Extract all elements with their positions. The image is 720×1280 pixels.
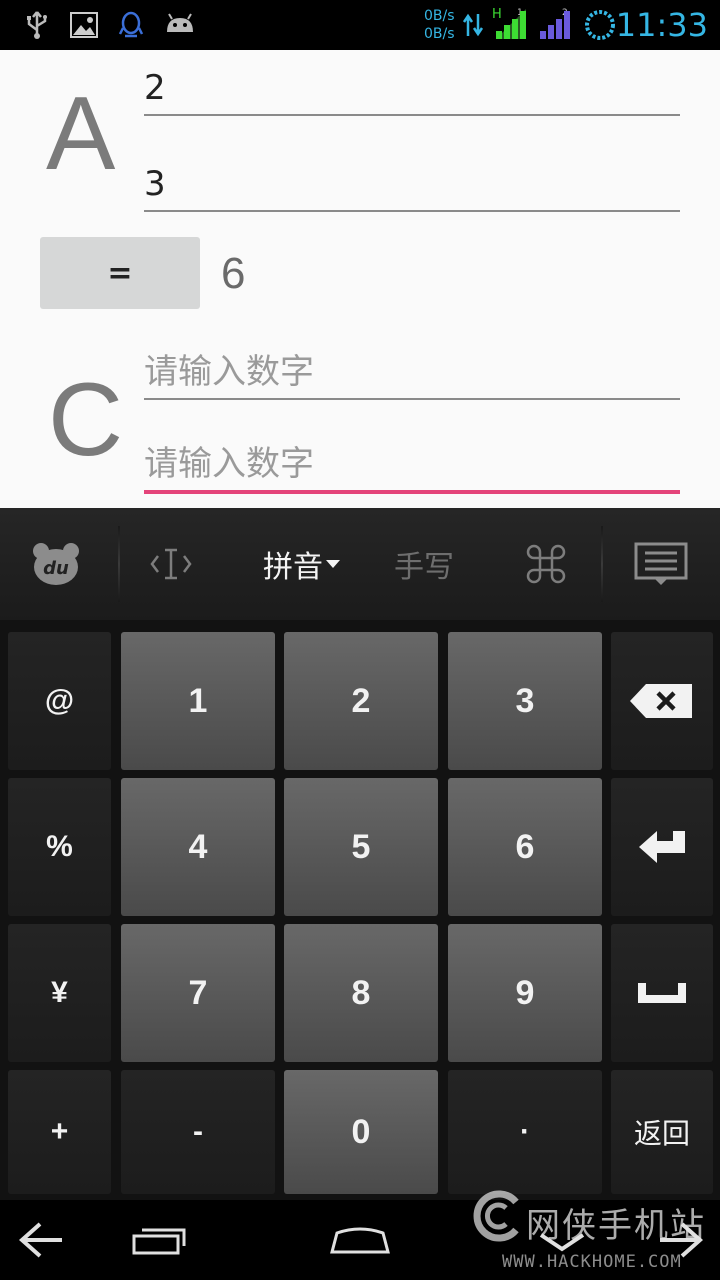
divider xyxy=(118,526,120,602)
key-3[interactable]: 3 xyxy=(448,632,602,770)
handwrite-label: 手写 xyxy=(394,550,454,585)
cursor-move-icon xyxy=(150,548,192,580)
clock: 11:33 xyxy=(615,6,708,44)
forward-icon xyxy=(660,1222,704,1258)
ime-toolbar: du 拼音 手写 xyxy=(0,508,720,620)
key-9[interactable]: 9 xyxy=(448,924,602,1062)
field-a1[interactable] xyxy=(144,50,680,116)
keyboard-hide-button[interactable] xyxy=(630,538,692,590)
field-c1[interactable] xyxy=(144,334,680,400)
baidu-bear-icon: du xyxy=(33,543,79,585)
key-yen[interactable]: ¥ xyxy=(8,924,111,1062)
home-icon xyxy=(330,1227,390,1254)
key-backspace[interactable] xyxy=(611,632,713,770)
backspace-icon xyxy=(630,684,692,718)
field-a2[interactable] xyxy=(144,146,680,212)
qq-icon xyxy=(118,11,144,38)
hide-keyboard-icon xyxy=(539,1233,585,1252)
key-dot[interactable]: · xyxy=(448,1070,602,1194)
command-button[interactable] xyxy=(522,538,570,590)
cursor-move-button[interactable] xyxy=(146,538,196,590)
key-6[interactable]: 6 xyxy=(448,778,602,916)
enter-icon xyxy=(639,831,685,863)
key-space[interactable] xyxy=(611,924,713,1062)
key-8[interactable]: 8 xyxy=(284,924,438,1062)
dropdown-arrow-icon xyxy=(326,560,340,568)
home-button[interactable] xyxy=(326,1214,394,1266)
key-7[interactable]: 7 xyxy=(121,924,275,1062)
key-plus[interactable]: + xyxy=(8,1070,111,1194)
keyboard-hide-icon xyxy=(634,542,688,585)
back-button[interactable] xyxy=(14,1214,70,1266)
pinyin-mode-button[interactable]: 拼音 xyxy=(256,538,348,590)
field-c2[interactable] xyxy=(144,428,680,494)
number-input-2[interactable] xyxy=(144,164,680,204)
forward-button[interactable] xyxy=(654,1214,706,1266)
divider xyxy=(601,526,603,602)
key-enter[interactable] xyxy=(611,778,713,916)
command-icon xyxy=(526,544,566,584)
key-return[interactable]: 返回 xyxy=(611,1070,713,1194)
space-icon xyxy=(638,983,686,1003)
usb-icon xyxy=(27,11,47,39)
image-icon xyxy=(70,12,98,38)
equals-button[interactable]: = xyxy=(40,237,200,309)
result-value: 6 xyxy=(221,249,246,298)
handwrite-mode-button[interactable]: 手写 xyxy=(388,538,460,590)
svg-text:H: H xyxy=(492,7,502,22)
network-speed-icon xyxy=(462,13,484,37)
sync-icon xyxy=(585,10,615,40)
key-2[interactable]: 2 xyxy=(284,632,438,770)
navigation-bar xyxy=(0,1200,720,1280)
svg-text:du: du xyxy=(43,558,69,579)
recent-apps-button[interactable] xyxy=(128,1214,192,1266)
pinyin-label: 拼音 xyxy=(263,550,323,585)
hide-keyboard-button[interactable] xyxy=(534,1214,590,1266)
key-5[interactable]: 5 xyxy=(284,778,438,916)
network-speed: 0B/s 0B/s xyxy=(424,8,455,42)
number-input-3[interactable] xyxy=(144,352,680,392)
number-input-1[interactable] xyxy=(144,68,680,108)
back-icon xyxy=(18,1222,62,1258)
key-0[interactable]: 0 xyxy=(284,1070,438,1194)
recent-apps-icon xyxy=(132,1228,186,1255)
key-percent[interactable]: % xyxy=(8,778,111,916)
signal-h-icon: H 1 xyxy=(492,7,526,39)
key-1[interactable]: 1 xyxy=(121,632,275,770)
signal-2-icon: 2 xyxy=(540,8,570,39)
baidu-logo-button[interactable]: du xyxy=(28,538,84,590)
status-bar: 0B/s 0B/s H 1 2 11:33 xyxy=(0,0,720,50)
label-c: C xyxy=(48,362,124,478)
number-input-4[interactable] xyxy=(144,444,680,484)
android-icon xyxy=(167,13,193,32)
numeric-keyboard: @ 1 2 3 % 4 5 6 ¥ 7 8 9 + - 0 · 返回 xyxy=(0,620,720,1200)
key-at[interactable]: @ xyxy=(8,632,111,770)
key-4[interactable]: 4 xyxy=(121,778,275,916)
key-minus[interactable]: - xyxy=(121,1070,275,1194)
calculator-form: A = 6 C xyxy=(0,50,720,508)
label-a: A xyxy=(46,76,116,192)
